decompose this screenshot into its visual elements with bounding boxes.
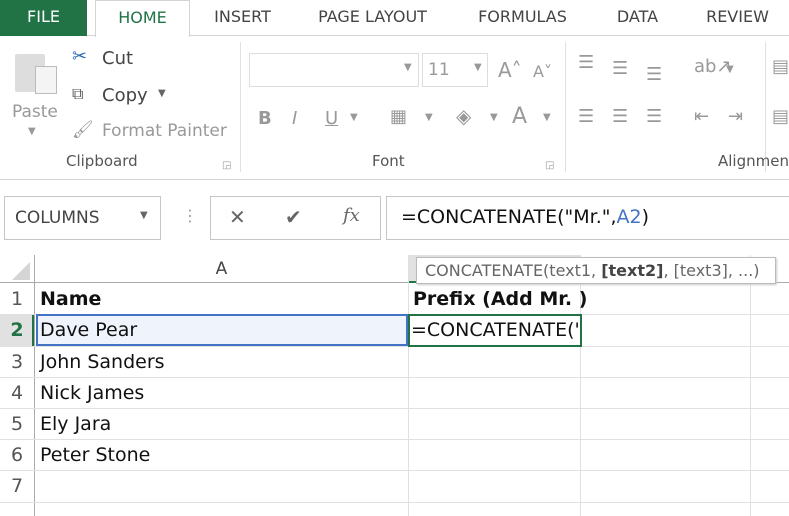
scissors-icon: ✂ xyxy=(72,46,88,67)
cut-button[interactable]: Cut xyxy=(102,48,133,69)
formula-input[interactable]: =CONCATENATE("Mr.",A2) xyxy=(386,196,789,240)
tab-home[interactable]: HOME xyxy=(95,0,190,37)
row-header-5[interactable]: 5 xyxy=(0,409,34,440)
alignment-group-label: Alignment xyxy=(718,152,789,170)
copy-dropdown-icon[interactable]: ▼ xyxy=(158,88,166,99)
borders-icon[interactable]: ▦ xyxy=(390,106,407,127)
enter-check-icon[interactable]: ✔ xyxy=(285,205,302,229)
align-right-icon[interactable]: ☰ xyxy=(646,106,662,127)
tab-formulas[interactable]: FORMULAS xyxy=(460,0,585,36)
tooltip-fn: CONCATENATE(text1, xyxy=(425,261,602,280)
middle-align-icon[interactable]: ☰ xyxy=(612,58,628,79)
tab-data[interactable]: DATA xyxy=(600,0,675,36)
cancel-icon[interactable]: ✕ xyxy=(229,205,246,229)
decrease-indent-icon[interactable]: ⇤ xyxy=(694,106,709,127)
paste-button[interactable] xyxy=(15,50,59,94)
font-name-dropdown-icon[interactable]: ▼ xyxy=(404,62,412,73)
cell-a3[interactable]: John Sanders xyxy=(35,347,165,378)
cell-a1[interactable]: Name xyxy=(35,284,101,315)
cell-a6[interactable]: Peter Stone xyxy=(35,440,150,471)
tooltip-current-arg[interactable]: [text2] xyxy=(601,261,663,280)
row-header-6[interactable]: 6 xyxy=(0,440,34,471)
formula-text-end: ) xyxy=(641,206,650,228)
tab-review[interactable]: REVIEW xyxy=(690,0,785,36)
font-launcher-icon[interactable]: ◲ xyxy=(545,160,554,171)
font-group-label: Font xyxy=(372,152,405,170)
row-header-4[interactable]: 4 xyxy=(0,378,34,409)
name-box-dropdown-icon[interactable]: ▼ xyxy=(140,210,148,221)
insert-function-icon[interactable]: fx xyxy=(343,205,360,226)
name-box[interactable]: COLUMNS xyxy=(4,196,161,240)
underline-icon[interactable]: U xyxy=(325,108,338,129)
cell-b2-editing[interactable]: =CONCATENATE(' xyxy=(406,315,580,346)
decrease-font-icon[interactable]: A˅ xyxy=(533,62,552,81)
font-color-dropdown-icon[interactable]: ▼ xyxy=(543,112,551,123)
orientation-dropdown-icon[interactable]: ▼ xyxy=(726,64,734,75)
underline-dropdown-icon[interactable]: ▼ xyxy=(350,112,358,123)
column-header-a[interactable]: A xyxy=(35,255,408,283)
clipboard-group-label: Clipboard xyxy=(66,152,138,170)
formula-ref: A2 xyxy=(616,206,642,228)
top-align-icon[interactable]: ☰ xyxy=(578,52,594,73)
select-all-button[interactable] xyxy=(12,262,30,280)
formula-text: =CONCATENATE("Mr.", xyxy=(401,206,617,228)
format-painter-icon: 🖌 xyxy=(72,120,94,140)
copy-icon: ⧉ xyxy=(72,84,84,103)
cell-a2[interactable]: Dave Pear xyxy=(35,315,137,346)
font-size-dropdown-icon[interactable]: ▼ xyxy=(474,62,482,73)
tooltip-rest: , [text3], ...) xyxy=(663,261,760,280)
divider xyxy=(565,42,566,172)
font-color-icon[interactable]: A xyxy=(512,104,527,129)
bottom-align-icon[interactable]: ☰ xyxy=(646,64,662,85)
tab-file[interactable]: FILE xyxy=(0,0,87,36)
merge-center-icon[interactable]: ▤ xyxy=(772,106,789,127)
wrap-text-icon[interactable]: ▤ xyxy=(772,56,789,77)
cell-a4[interactable]: Nick James xyxy=(35,378,144,409)
fill-color-dropdown-icon[interactable]: ▼ xyxy=(490,112,498,123)
row-header-2[interactable]: 2 xyxy=(0,315,34,346)
cell-a5[interactable]: Ely Jara xyxy=(35,409,111,440)
font-name-select[interactable] xyxy=(249,53,419,87)
paste-label[interactable]: Paste xyxy=(12,102,58,122)
drag-handle-icon[interactable]: ⋮ xyxy=(182,206,198,225)
tab-page-layout[interactable]: PAGE LAYOUT xyxy=(300,0,445,36)
tab-insert[interactable]: INSERT xyxy=(200,0,285,36)
clipboard-launcher-icon[interactable]: ◲ xyxy=(222,160,231,171)
fill-color-icon[interactable]: ◈ xyxy=(456,104,471,128)
format-painter-button[interactable]: Format Painter xyxy=(102,121,227,141)
row-header-3[interactable]: 3 xyxy=(0,347,34,378)
borders-dropdown-icon[interactable]: ▼ xyxy=(425,112,433,123)
italic-icon[interactable]: I xyxy=(292,108,297,129)
cell-b1[interactable]: Prefix (Add Mr. ) xyxy=(408,284,587,315)
row-header-1[interactable]: 1 xyxy=(0,284,34,315)
increase-indent-icon[interactable]: ⇥ xyxy=(728,106,743,127)
row-header-7[interactable]: 7 xyxy=(0,471,34,502)
paste-dropdown-icon[interactable]: ▼ xyxy=(28,126,36,137)
function-tooltip: CONCATENATE(text1, [text2], [text3], ...… xyxy=(416,257,776,284)
align-center-icon[interactable]: ☰ xyxy=(612,106,628,127)
increase-font-icon[interactable]: A˄ xyxy=(498,58,522,82)
copy-button[interactable]: Copy xyxy=(102,85,148,106)
divider xyxy=(240,42,241,172)
bold-icon[interactable]: B xyxy=(258,108,272,129)
align-left-icon[interactable]: ☰ xyxy=(578,106,594,127)
